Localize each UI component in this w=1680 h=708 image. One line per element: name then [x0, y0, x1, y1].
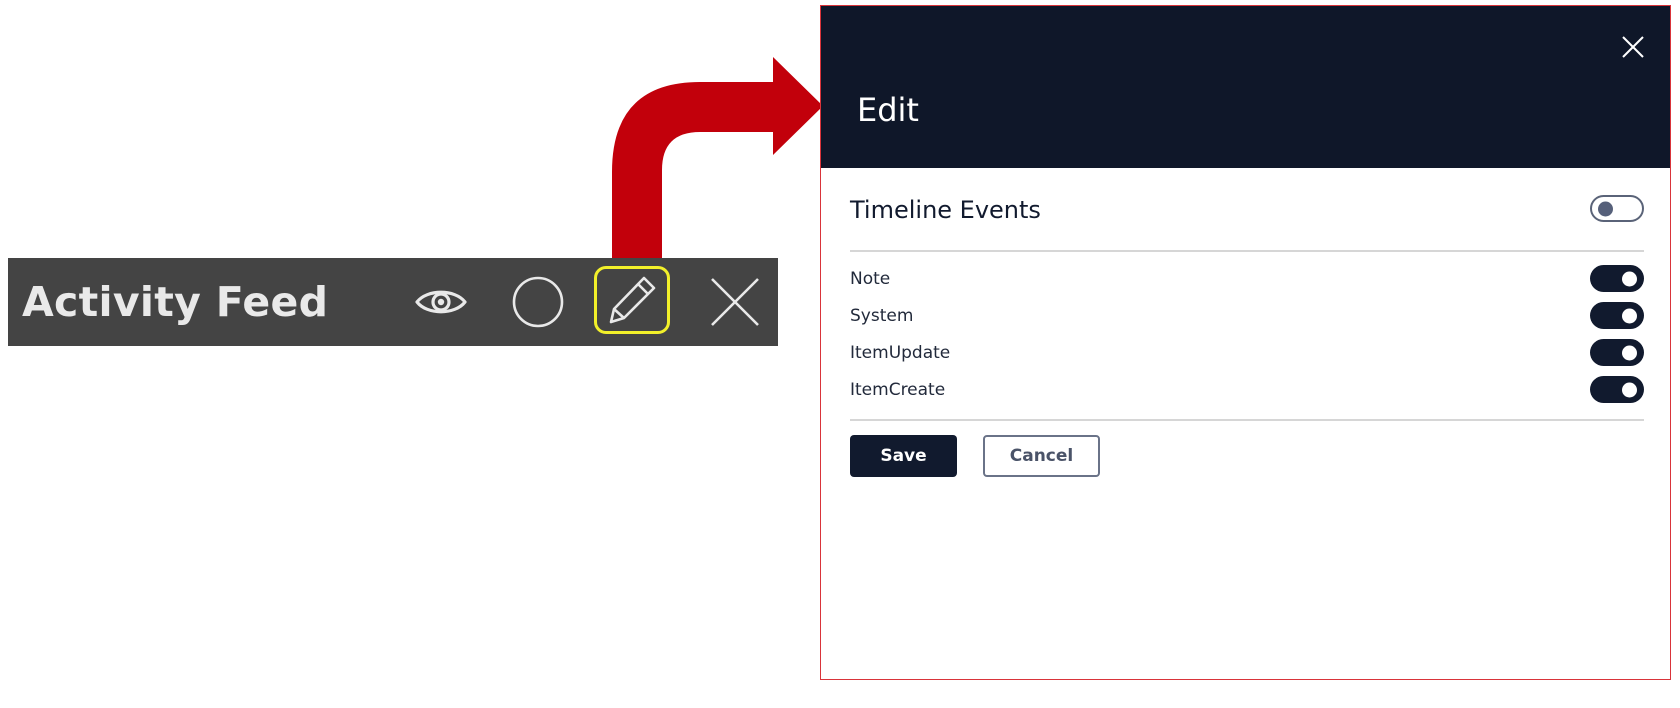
- close-icon[interactable]: [1620, 34, 1646, 60]
- red-arrow-icon: [612, 57, 823, 258]
- event-label-itemupdate: ItemUpdate: [850, 343, 951, 363]
- stage: Activity Feed Edit Timeline Events Note …: [0, 0, 1680, 708]
- panel-header: Edit: [821, 6, 1670, 168]
- toggle-knob: [1622, 345, 1637, 360]
- toggle-knob: [1598, 201, 1613, 216]
- toggle-knob: [1622, 382, 1637, 397]
- timeline-events-toggle[interactable]: [1590, 195, 1644, 222]
- toggle-knob: [1622, 271, 1637, 286]
- divider: [850, 419, 1644, 421]
- toggle-knob: [1622, 308, 1637, 323]
- divider: [850, 250, 1644, 252]
- eye-icon[interactable]: [411, 272, 471, 332]
- panel-title: Edit: [857, 91, 919, 129]
- event-label-system: System: [850, 306, 914, 326]
- circle-icon[interactable]: [508, 272, 568, 332]
- pencil-icon[interactable]: [594, 266, 670, 334]
- itemcreate-toggle[interactable]: [1590, 376, 1644, 403]
- system-toggle[interactable]: [1590, 302, 1644, 329]
- edit-panel: Edit Timeline Events Note System ItemUpd…: [820, 5, 1671, 680]
- note-toggle[interactable]: [1590, 265, 1644, 292]
- activity-feed-title: Activity Feed: [22, 278, 329, 326]
- activity-feed-toolbar: Activity Feed: [8, 258, 778, 346]
- event-label-itemcreate: ItemCreate: [850, 380, 946, 400]
- timeline-events-title: Timeline Events: [850, 196, 1041, 224]
- save-button[interactable]: Save: [850, 435, 957, 477]
- itemupdate-toggle[interactable]: [1590, 339, 1644, 366]
- event-label-note: Note: [850, 269, 891, 289]
- cancel-button[interactable]: Cancel: [983, 435, 1100, 477]
- close-icon[interactable]: [705, 272, 765, 332]
